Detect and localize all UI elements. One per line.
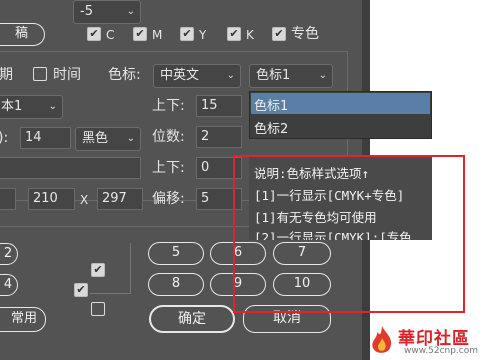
checkbox-c[interactable]: ✔ — [87, 27, 101, 41]
align-checkbox-bottom[interactable] — [91, 302, 105, 316]
button-2-label: 2 — [3, 246, 13, 261]
font-select[interactable]: 本1 ⌄ — [0, 95, 63, 119]
button-4[interactable]: 4 — [0, 274, 18, 296]
time-label: 时间 — [53, 67, 81, 83]
flame-logo-icon — [372, 326, 392, 353]
chevron-down-icon: ⌄ — [126, 133, 135, 144]
text-input-wide[interactable] — [0, 157, 141, 179]
page-height-input[interactable]: 297 — [97, 188, 143, 210]
common-button[interactable]: 常用 — [0, 307, 46, 332]
colorbar-label: 色标: — [108, 67, 141, 83]
updown-input[interactable]: 15 — [196, 95, 242, 117]
partial-top-button-label: 稿 — [14, 26, 28, 41]
colorbar-style-select[interactable]: 色标1 ⌄ — [249, 64, 333, 88]
digits-input[interactable]: 2 — [196, 126, 242, 148]
dimension-x-label: X — [80, 193, 89, 207]
checkbox-spot-color[interactable]: ✔ — [272, 27, 286, 41]
watermark-url: www.52cnp.com — [404, 346, 479, 356]
chevron-down-icon: ⌄ — [226, 70, 235, 81]
button-5[interactable]: 5 — [148, 242, 204, 265]
chevron-down-icon: ⌄ — [48, 101, 57, 112]
checkbox-k[interactable]: ✔ — [227, 27, 241, 41]
updown-label: 上下: — [152, 98, 185, 114]
spacing-input[interactable]: 14 — [20, 127, 71, 149]
align-checkbox-top[interactable]: ✔ — [91, 263, 105, 277]
colorbar-style-select-value: 色标1 — [256, 68, 291, 83]
color-select-value: 黑色 — [82, 131, 109, 146]
language-select-value: 中英文 — [160, 68, 200, 83]
size-select[interactable]: -5 ⌄ — [73, 0, 141, 24]
page-width-input[interactable]: 210 — [28, 188, 75, 210]
checkbox-m[interactable]: ✔ — [133, 27, 147, 41]
language-select[interactable]: 中英文 ⌄ — [153, 64, 241, 88]
button-2[interactable]: 2 — [0, 243, 18, 265]
confirm-button[interactable]: 确定 — [149, 305, 235, 333]
font-select-value: 本1 — [1, 99, 23, 114]
checkbox-c-label: C — [106, 28, 115, 42]
checkbox-spot-color-label: 专色 — [291, 26, 319, 42]
button-4-label: 4 — [3, 277, 13, 292]
partial-top-button[interactable]: 稿 — [0, 23, 45, 46]
checkbox-y[interactable]: ✔ — [180, 27, 194, 41]
offset-label: 偏移: — [152, 191, 185, 207]
watermark: 華印社區 www.52cnp.com — [368, 322, 491, 360]
date-label-partial: 期 — [0, 67, 13, 83]
checkbox-k-label: K — [246, 28, 254, 42]
common-button-label: 常用 — [10, 311, 37, 326]
button-8[interactable]: 8 — [148, 273, 204, 296]
checkbox-y-label: Y — [199, 28, 207, 42]
time-checkbox[interactable] — [33, 67, 47, 81]
color-select[interactable]: 黑色 ⌄ — [75, 127, 141, 151]
partial-input[interactable] — [0, 188, 16, 210]
dropdown-option-1[interactable]: 色标1 — [254, 95, 288, 114]
spacing-label-partial: ): — [0, 130, 9, 146]
checkbox-m-label: M — [152, 28, 163, 42]
chevron-down-icon: ⌄ — [318, 70, 327, 81]
size-select-value: -5 — [80, 4, 93, 19]
colorbar-style-dropdown: 色标1 色标2 — [249, 91, 432, 139]
annotation-highlight-box — [233, 155, 465, 313]
align-checkbox-left[interactable]: ✔ — [74, 283, 88, 297]
chevron-down-icon: ⌄ — [126, 6, 135, 17]
dropdown-option-2[interactable]: 色标2 — [254, 118, 288, 137]
digits-label: 位数: — [152, 129, 185, 145]
updown-label-2: 上下: — [152, 160, 185, 176]
